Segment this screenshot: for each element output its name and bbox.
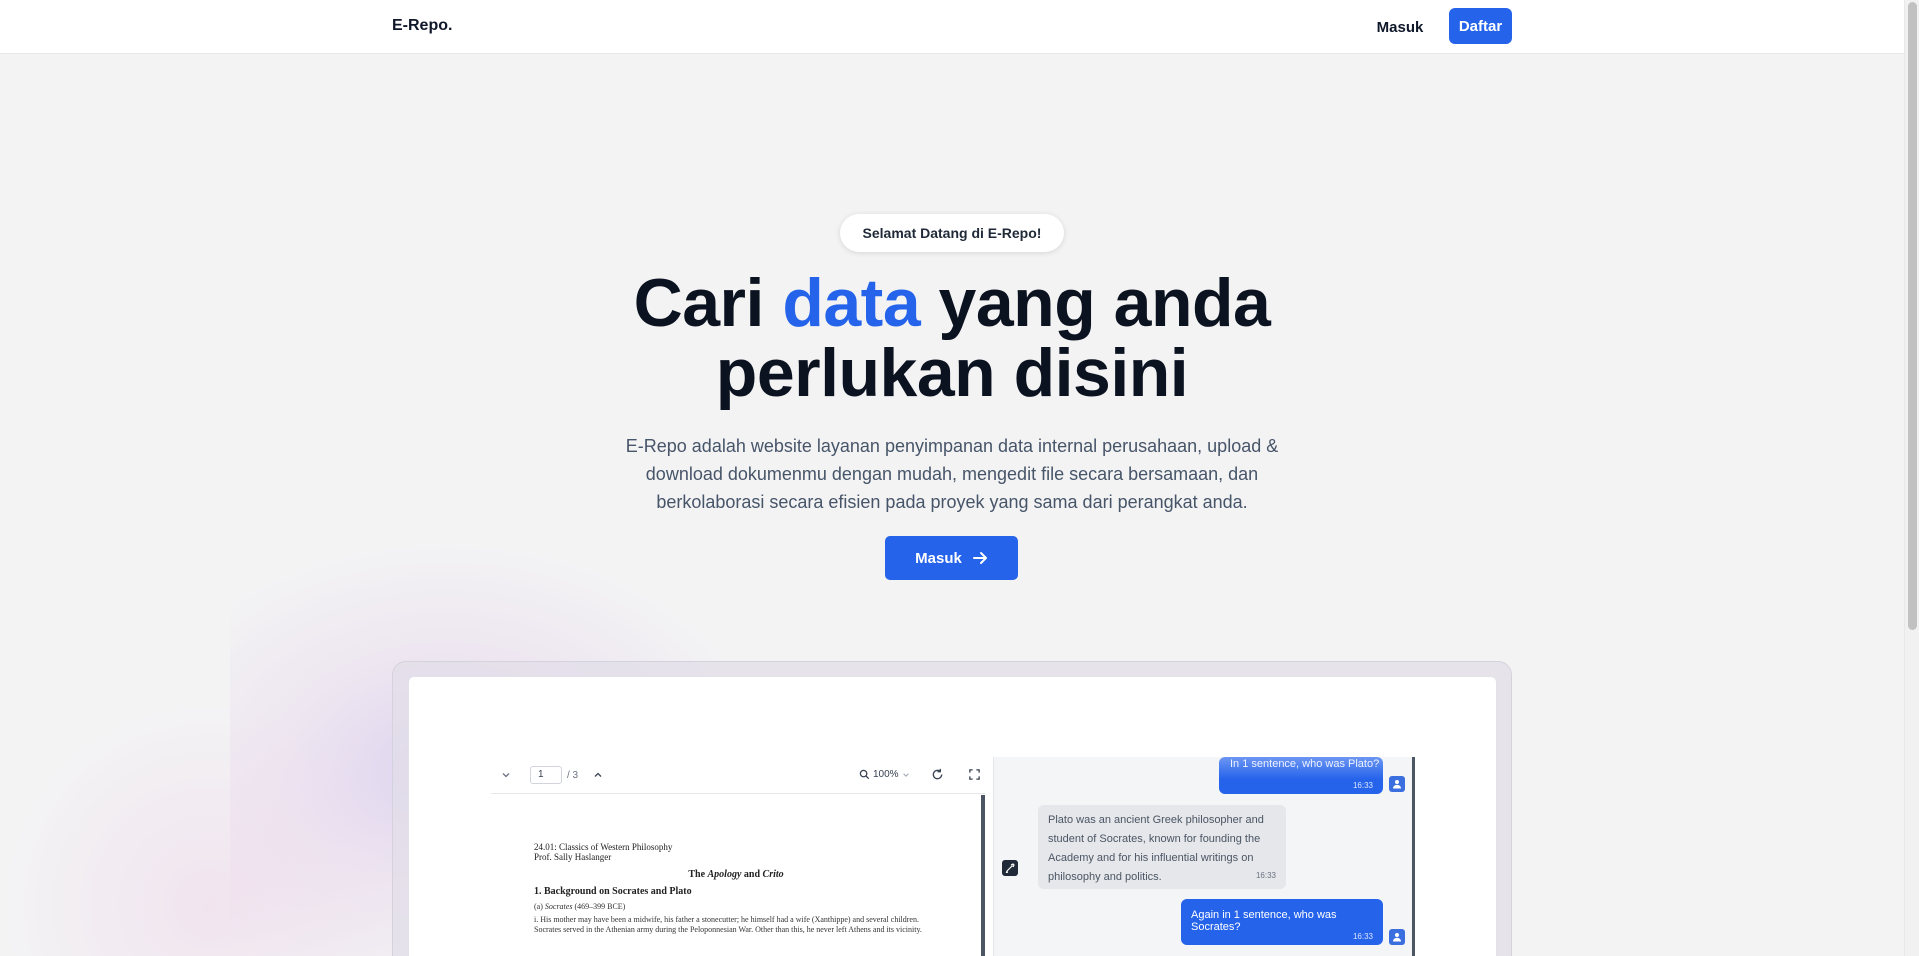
- chevron-down-icon: [902, 772, 909, 777]
- pdf-page[interactable]: 24.01: Classics of Western Philosophy Pr…: [491, 795, 985, 956]
- app-preview-frame: 1 / 3 100% 24.01: Classics of Western Ph…: [392, 661, 1512, 956]
- user-message-text: Again in 1 sentence, who was Socrates?: [1191, 909, 1337, 933]
- chevron-down-icon[interactable]: [501, 770, 511, 780]
- zoom-icon: [859, 769, 870, 780]
- page-total: / 3: [567, 770, 579, 781]
- message-time: 16:33: [1352, 781, 1373, 790]
- message-time: 16:33: [1255, 871, 1276, 880]
- doc-title-and: and: [741, 869, 763, 880]
- hero-headline: Cari data yang anda perlukan disini: [460, 268, 1444, 408]
- doc-course-line-1: 24.01: Classics of Western Philosophy: [534, 842, 673, 852]
- assistant-message-text: Plato was an ancient Greek philosopher a…: [1048, 814, 1264, 883]
- assistant-message: Plato was an ancient Greek philosopher a…: [1038, 805, 1286, 889]
- doc-course-line-2: Prof. Sally Haslanger: [534, 852, 612, 862]
- headline-text-1: Cari: [633, 265, 783, 341]
- headline-accent: data: [782, 265, 921, 341]
- zoom-control[interactable]: 100%: [859, 769, 910, 780]
- zoom-level: 100%: [873, 769, 899, 780]
- headline-text-2: yang anda: [920, 265, 1271, 341]
- doc-title-the: The: [688, 869, 708, 880]
- page-number-input[interactable]: 1: [530, 766, 562, 784]
- message-time: 16:33: [1352, 932, 1373, 941]
- pdf-toolbar: 1 / 3 100%: [491, 757, 985, 794]
- doc-heading: 1. Background on Socrates and Plato: [534, 886, 692, 897]
- hero-description: E-Repo adalah website layanan penyimpana…: [625, 436, 1279, 512]
- register-button[interactable]: Daftar: [1449, 8, 1512, 44]
- user-message-text: In 1 sentence, who was Plato?: [1230, 758, 1380, 770]
- login-link[interactable]: Masuk: [1368, 10, 1432, 44]
- headline-text-3: perlukan disini: [715, 335, 1189, 411]
- doc-title-crito: Crito: [762, 869, 784, 880]
- doc-subheading-name: Socrates: [544, 902, 573, 911]
- doc-subheading-a: (a): [534, 902, 545, 911]
- user-message: Again in 1 sentence, who was Socrates? 1…: [1181, 899, 1383, 945]
- user-avatar-icon: [1389, 776, 1405, 792]
- doc-title: The Apology and Crito: [491, 869, 981, 880]
- scrollbar-thumb[interactable]: [1908, 2, 1917, 630]
- welcome-badge: Selamat Datang di E-Repo!: [840, 214, 1064, 252]
- doc-title-apology: Apology: [707, 869, 742, 880]
- doc-subheading: (a) Socrates (469–399 BCE): [534, 902, 625, 911]
- chat-panel: In 1 sentence, who was Plato? 16:33 Plat…: [993, 757, 1415, 956]
- doc-subheading-dates: (469–399 BCE): [572, 902, 626, 911]
- user-message: In 1 sentence, who was Plato? 16:33: [1219, 757, 1383, 794]
- cta-label: Masuk: [915, 549, 962, 567]
- doc-body-text: i. His mother may have been a midwife, h…: [534, 915, 922, 934]
- page-scrollbar[interactable]: [1904, 0, 1919, 956]
- doc-course-info: 24.01: Classics of Western Philosophy Pr…: [534, 842, 672, 862]
- app-preview-screen: 1 / 3 100% 24.01: Classics of Western Ph…: [408, 676, 1497, 956]
- brand-logo[interactable]: E-Repo.: [392, 17, 452, 35]
- navbar: E-Repo. Masuk Daftar: [0, 0, 1904, 54]
- hero-login-button[interactable]: Masuk: [885, 536, 1018, 580]
- background-glow-secondary: [0, 700, 420, 956]
- fullscreen-icon[interactable]: [968, 768, 982, 782]
- pdf-viewer: 1 / 3 100% 24.01: Classics of Western Ph…: [491, 757, 985, 956]
- chevron-up-icon[interactable]: [593, 770, 603, 780]
- user-avatar-icon: [1389, 929, 1405, 945]
- assistant-avatar-icon: [1002, 860, 1018, 876]
- rotate-icon[interactable]: [931, 768, 945, 782]
- arrow-right-icon: [972, 552, 987, 564]
